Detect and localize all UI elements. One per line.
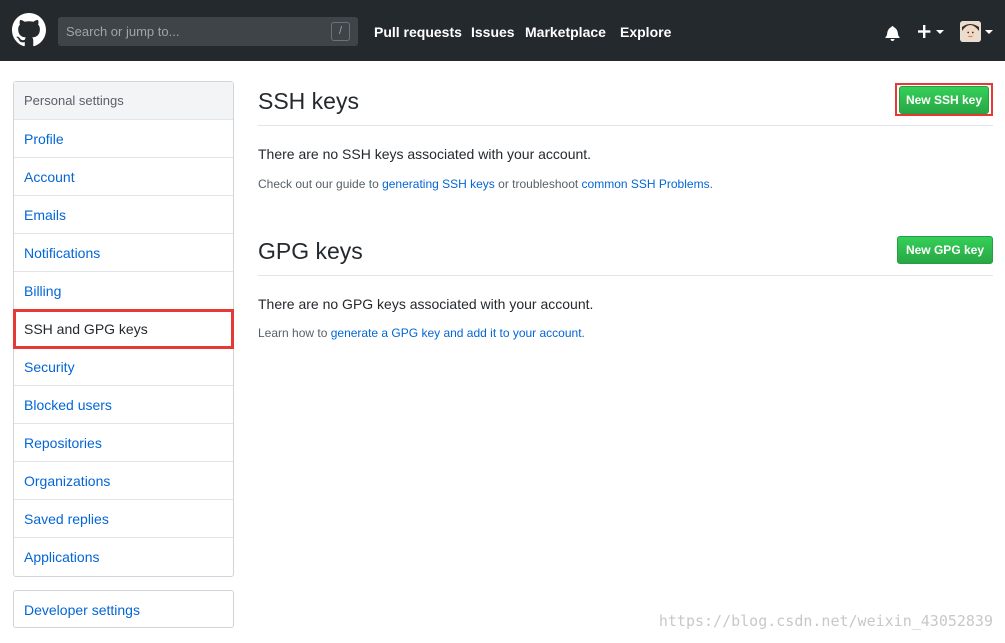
bell-icon[interactable]: [885, 25, 900, 41]
search-input[interactable]: Search or jump to... /: [58, 17, 358, 46]
watermark-text: https://blog.csdn.net/weixin_43052839: [658, 612, 993, 630]
sidebar-heading: Personal settings: [14, 82, 233, 120]
new-ssh-key-button[interactable]: New SSH key: [899, 86, 989, 114]
avatar[interactable]: [960, 21, 981, 42]
ssh-note-middle: or troubleshoot: [494, 177, 582, 191]
sidebar-item-security[interactable]: Security: [14, 348, 233, 386]
ssh-divider: [258, 125, 993, 126]
search-shortcut-key: /: [331, 22, 350, 41]
github-logo-icon[interactable]: [12, 13, 46, 47]
sidebar-item-blocked-users[interactable]: Blocked users: [14, 386, 233, 424]
sidebar-item-saved-replies[interactable]: Saved replies: [14, 500, 233, 538]
nav-marketplace[interactable]: Marketplace: [525, 24, 606, 40]
gpg-guide-note: Learn how to generate a GPG key and add …: [258, 326, 585, 340]
generating-ssh-keys-link[interactable]: generating SSH keys: [382, 177, 495, 191]
generate-gpg-key-link[interactable]: generate a GPG key and add it to your ac…: [331, 326, 582, 340]
top-header: Search or jump to... / Pull requests Iss…: [0, 0, 1005, 61]
sidebar-item-notifications[interactable]: Notifications: [14, 234, 233, 272]
gpg-empty-text: There are no GPG keys associated with yo…: [258, 296, 594, 312]
avatar-caret-icon[interactable]: [984, 29, 994, 35]
sidebar-item-profile[interactable]: Profile: [14, 120, 233, 158]
ssh-empty-text: There are no SSH keys associated with yo…: [258, 146, 592, 162]
ssh-note-prefix: Check out our guide to: [258, 177, 383, 191]
new-ssh-key-highlight: New SSH key: [895, 83, 993, 116]
new-gpg-key-button[interactable]: New GPG key: [897, 236, 993, 264]
ssh-note-suffix: .: [709, 177, 713, 191]
nav-issues[interactable]: Issues: [471, 24, 515, 40]
ssh-keys-title: SSH keys: [258, 88, 359, 114]
sidebar-item-organizations[interactable]: Organizations: [14, 462, 233, 500]
gpg-keys-title: GPG keys: [258, 238, 363, 264]
sidebar-item-applications[interactable]: Applications: [14, 538, 233, 576]
common-ssh-problems-link[interactable]: common SSH Problems: [582, 177, 710, 191]
sidebar-item-ssh-gpg-keys[interactable]: SSH and GPG keys: [13, 309, 234, 349]
nav-explore[interactable]: Explore: [620, 24, 671, 40]
sidebar-item-account[interactable]: Account: [14, 158, 233, 196]
nav-pull-requests[interactable]: Pull requests: [374, 24, 462, 40]
gpg-note-prefix: Learn how to: [258, 326, 331, 340]
sidebar-item-developer-settings[interactable]: Developer settings: [13, 590, 234, 628]
avatar-image-icon: [960, 21, 981, 42]
sidebar-item-billing[interactable]: Billing: [14, 272, 233, 310]
settings-sidebar: Personal settings Profile Account Emails…: [13, 81, 234, 577]
plus-dropdown-icon[interactable]: [917, 24, 947, 40]
gpg-note-suffix: .: [581, 326, 585, 340]
sidebar-item-repositories[interactable]: Repositories: [14, 424, 233, 462]
ssh-guide-note: Check out our guide to generating SSH ke…: [258, 177, 713, 191]
sidebar-item-emails[interactable]: Emails: [14, 196, 233, 234]
gpg-divider: [258, 275, 993, 276]
search-placeholder: Search or jump to...: [66, 24, 180, 39]
